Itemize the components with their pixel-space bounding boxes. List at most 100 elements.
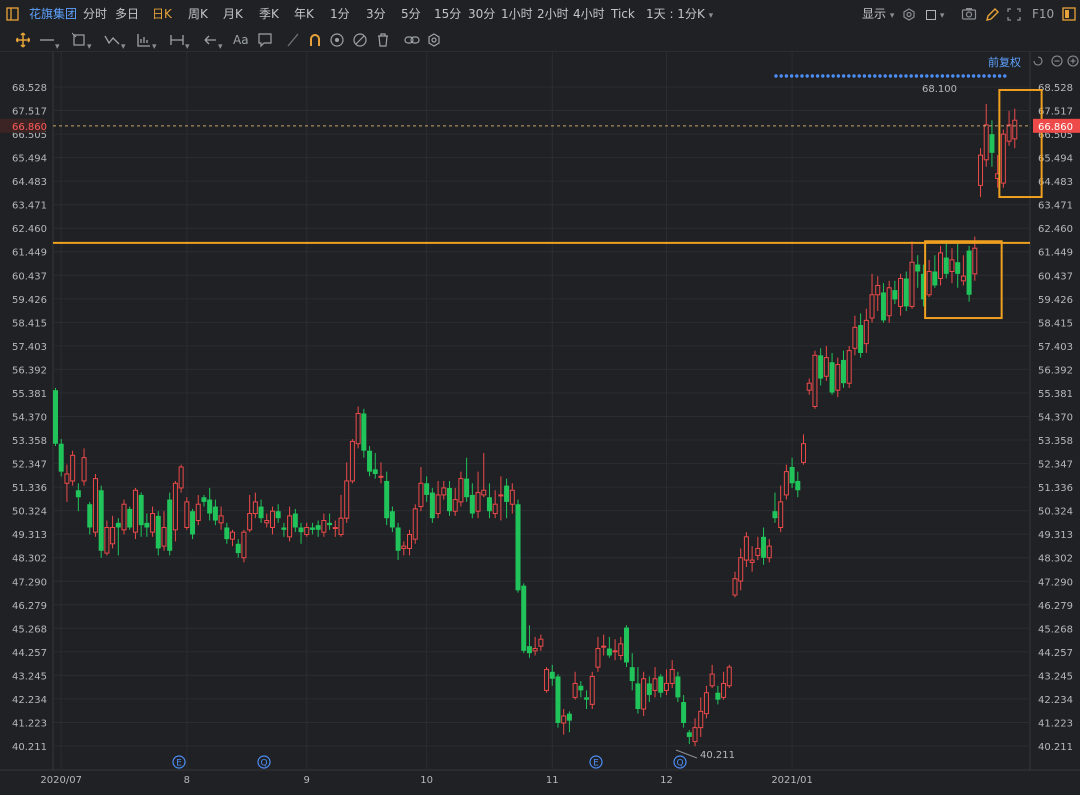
chart-area[interactable]: 68.528 68.528 67.517 67.517 66.505 66.505 65.4… (0, 52, 1080, 792)
y-tick-label-right: 40.211 (1038, 742, 1073, 753)
move-icon[interactable] (15, 31, 31, 49)
trash-icon[interactable] (376, 31, 390, 49)
period-tab[interactable]: 30分 (468, 0, 495, 29)
dot-marker (779, 74, 783, 78)
zoom-controls (1033, 55, 1079, 67)
period-tab[interactable]: 日K (152, 0, 172, 29)
pen-icon[interactable] (286, 31, 300, 49)
candle-body (863, 319, 869, 345)
adjust-label[interactable]: 前复权 (988, 55, 1021, 69)
note-icon[interactable] (258, 31, 272, 49)
candle-body (492, 503, 498, 515)
candle-body (235, 543, 241, 554)
period-tab[interactable]: 15分 (434, 0, 461, 29)
dot-marker (930, 74, 934, 78)
candle (429, 487, 435, 523)
candle-body (378, 475, 384, 478)
link-icon[interactable] (404, 31, 420, 49)
dot-marker (883, 74, 887, 78)
candle-body (572, 682, 578, 698)
candle-body (218, 515, 224, 524)
reset-icon[interactable] (1033, 56, 1043, 66)
period-tab[interactable]: 1分 (330, 0, 350, 29)
stock-title[interactable]: 花旗集团 (29, 0, 77, 29)
x-tick-label: 2021/01 (771, 775, 813, 786)
y-tick-label-right: 47.290 (1038, 577, 1073, 588)
candle (132, 487, 138, 540)
candle-body (983, 124, 989, 161)
display-menu[interactable]: 显示 ▾ (862, 0, 894, 29)
candle-body (829, 362, 835, 393)
candle-body (515, 504, 521, 591)
candle-body (692, 727, 698, 743)
arrow-icon[interactable]: ▾ (203, 31, 223, 52)
event-marker-glyph: E (176, 759, 182, 769)
magnet-icon[interactable] (308, 31, 322, 49)
candle-body (70, 454, 76, 482)
period-tab[interactable]: 周K (188, 0, 208, 29)
y-tick-label-left: 53.358 (12, 436, 47, 447)
panel-icon[interactable] (1062, 0, 1076, 29)
gear-icon[interactable] (427, 31, 441, 49)
candle-body (446, 487, 452, 512)
camera-icon[interactable] (961, 0, 977, 29)
candle-body (532, 648, 538, 652)
period-tab[interactable]: 月K (223, 0, 243, 29)
candle-body (327, 522, 333, 526)
range-icon[interactable]: ▾ (170, 31, 190, 52)
period-tab[interactable]: 4小时 (573, 0, 605, 29)
interval-select[interactable]: 1天 : 1分K ▾ (646, 0, 713, 29)
eye-icon[interactable] (330, 31, 344, 49)
period-tab[interactable]: 1小时 (501, 0, 533, 29)
layout-menu[interactable]: ▾ (926, 0, 944, 29)
y-tick-label-left: 59.426 (12, 295, 47, 306)
candlestick-chart[interactable]: 68.528 68.52867.517 67.51766.505 66.50565.4… (0, 52, 1080, 792)
dot-marker (795, 74, 799, 78)
dot-marker (826, 74, 830, 78)
candle-body (269, 510, 275, 528)
event-marker-glyph: E (593, 759, 599, 769)
gear-icon[interactable] (902, 0, 916, 29)
candle-body (526, 646, 532, 654)
candle-body (589, 675, 595, 705)
pencil-icon[interactable] (985, 0, 999, 29)
candle-body (475, 492, 481, 512)
period-tab[interactable]: 多日 (115, 0, 139, 29)
candle-body (812, 354, 818, 407)
candle (241, 529, 247, 563)
y-tick-label-right: 60.437 (1038, 271, 1073, 282)
sidebar-toggle-icon[interactable] (6, 0, 20, 29)
hide-icon[interactable] (353, 31, 367, 49)
period-tab[interactable]: 3分 (366, 0, 386, 29)
trend-icon[interactable]: ▾ (104, 31, 126, 52)
candle-body (675, 676, 681, 698)
candle-body (224, 527, 230, 540)
period-tab[interactable]: 季K (259, 0, 279, 29)
candle-body (53, 390, 58, 444)
candle-body (309, 527, 315, 530)
period-tab[interactable]: 2小时 (537, 0, 569, 29)
line-icon[interactable]: ▾ (40, 31, 60, 52)
candle-body (429, 492, 435, 519)
period-tab[interactable]: Tick (611, 0, 635, 29)
candle-body (743, 536, 749, 561)
y-tick-label-left: 41.223 (12, 718, 47, 729)
period-tab[interactable]: 年K (294, 0, 314, 29)
y-tick-label-left: 43.245 (12, 671, 47, 682)
rect-icon[interactable]: ▾ (71, 31, 92, 52)
y-tick-label-right: 52.347 (1038, 460, 1073, 471)
candle-body (355, 412, 361, 445)
candle-body (172, 482, 178, 531)
candle-body (835, 364, 841, 391)
candle-body (230, 531, 236, 540)
f10-button[interactable]: F10 (1032, 0, 1054, 29)
chart-icon[interactable]: ▾ (137, 31, 157, 52)
y-tick-label-left: 61.449 (12, 248, 47, 259)
dot-marker (977, 74, 981, 78)
candle-body (801, 443, 807, 463)
dot-marker (852, 74, 856, 78)
period-tab[interactable]: 5分 (401, 0, 421, 29)
text-icon[interactable]: Aa (233, 31, 249, 49)
fullscreen-icon[interactable] (1007, 0, 1021, 29)
period-tab[interactable]: 分时 (83, 0, 107, 29)
